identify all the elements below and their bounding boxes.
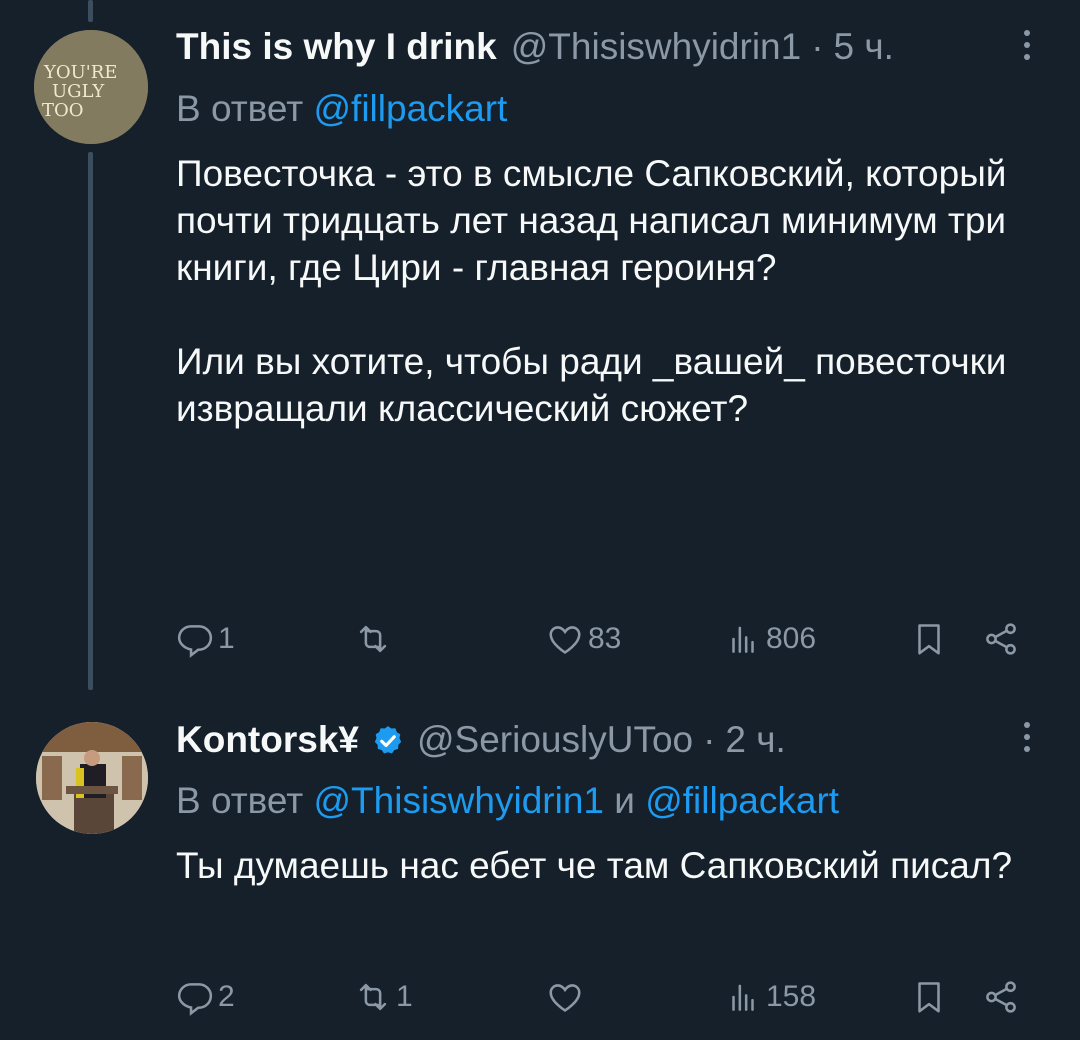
reply-prefix: В ответ — [176, 780, 304, 821]
reply-icon — [177, 625, 213, 658]
tweet[interactable]: This is why I drink @Thisiswhyidrin1 · 5… — [176, 26, 1040, 432]
verified-icon — [374, 726, 402, 754]
author-name[interactable]: Kontorsk¥ — [176, 719, 359, 761]
views-button[interactable]: 158 — [724, 972, 816, 1022]
views-button[interactable]: 806 — [724, 614, 816, 664]
reply-icon — [177, 983, 213, 1016]
reply-joiner: и — [614, 780, 635, 821]
avatar-text-line-3: TOO — [42, 100, 84, 121]
tweet-paragraph: Ты думаешь нас ебет че там Сапковский пи… — [176, 845, 1013, 886]
bookmark-icon — [918, 624, 940, 655]
retweet-icon — [359, 983, 387, 1011]
like-icon — [549, 626, 581, 654]
timestamp[interactable]: 2 ч. — [725, 719, 785, 761]
reply-prefix: В ответ — [176, 88, 304, 129]
author-handle[interactable]: @Thisiswhyidrin1 — [511, 26, 801, 68]
like-icon — [549, 984, 581, 1012]
thread-line-top — [88, 0, 93, 22]
like-button[interactable]: 83 — [546, 614, 621, 664]
tweet-actions: 1 83 806 — [176, 614, 1040, 664]
share-icon — [986, 981, 1016, 1013]
retweet-button[interactable] — [354, 614, 396, 664]
avatar-text-line-1: YOU'RE — [43, 62, 117, 83]
tweet-actions: 2 1 158 — [176, 972, 1040, 1022]
reply-context: В ответ @Thisiswhyidrin1 и @fillpackart — [176, 780, 1040, 828]
share-button[interactable] — [982, 972, 1020, 1022]
separator: · — [703, 719, 716, 760]
reply-button[interactable]: 1 — [176, 614, 235, 664]
more-icon[interactable] — [1022, 30, 1032, 70]
avatar-text-line-2: UGLY — [52, 81, 105, 102]
retweet-count: 1 — [396, 980, 413, 1013]
tweet-paragraph: Повесточка - это в смысле Сапковский, ко… — [176, 153, 1007, 288]
tweet-text: Ты думаешь нас ебет че там Сапковский пи… — [176, 842, 1040, 889]
retweet-button[interactable]: 1 — [354, 972, 413, 1022]
thread-line — [88, 152, 93, 690]
separator: · — [811, 26, 824, 67]
reply-count: 1 — [218, 622, 235, 655]
like-count: 83 — [588, 622, 622, 655]
mention-link[interactable]: @fillpackart — [645, 780, 839, 821]
share-icon — [986, 623, 1016, 655]
views-icon — [732, 626, 754, 653]
reply-context: В ответ @fillpackart — [176, 88, 1040, 136]
reply-count: 2 — [218, 980, 235, 1013]
reply-button[interactable]: 2 — [176, 972, 235, 1022]
mention-link[interactable]: @fillpackart — [314, 88, 508, 129]
views-icon — [732, 984, 754, 1011]
avatar-photo — [36, 722, 148, 834]
bookmark-button[interactable] — [910, 614, 948, 664]
avatar-artwork: YOU'RE UGLY TOO — [34, 30, 148, 144]
avatar-thisiswhyidrin1[interactable]: YOU'RE UGLY TOO — [34, 30, 148, 144]
mention-link[interactable]: @Thisiswhyidrin1 — [314, 780, 604, 821]
tweet-text: Повесточка - это в смысле Сапковский, ко… — [176, 150, 1040, 432]
more-icon[interactable] — [1022, 722, 1032, 762]
timestamp[interactable]: 5 ч. — [834, 26, 894, 68]
avatar-seriouslyutoo[interactable] — [36, 722, 148, 834]
author-handle[interactable]: @SeriouslyUToo — [417, 719, 693, 761]
bookmark-button[interactable] — [910, 972, 948, 1022]
views-count: 158 — [766, 980, 817, 1013]
author-name[interactable]: This is why I drink — [176, 26, 497, 68]
retweet-icon — [359, 625, 387, 653]
views-count: 806 — [766, 622, 817, 655]
tweet-paragraph: Или вы хотите, чтобы ради _вашей_ повест… — [176, 341, 1007, 429]
share-button[interactable] — [982, 614, 1020, 664]
tweet-header: Kontorsk¥ @SeriouslyUToo · 2 ч. — [176, 718, 1040, 768]
bookmark-icon — [918, 982, 940, 1013]
tweet[interactable]: Kontorsk¥ @SeriouslyUToo · 2 ч. В ответ … — [176, 718, 1040, 889]
tweet-header: This is why I drink @Thisiswhyidrin1 · 5… — [176, 26, 1040, 76]
like-button[interactable] — [546, 972, 588, 1022]
